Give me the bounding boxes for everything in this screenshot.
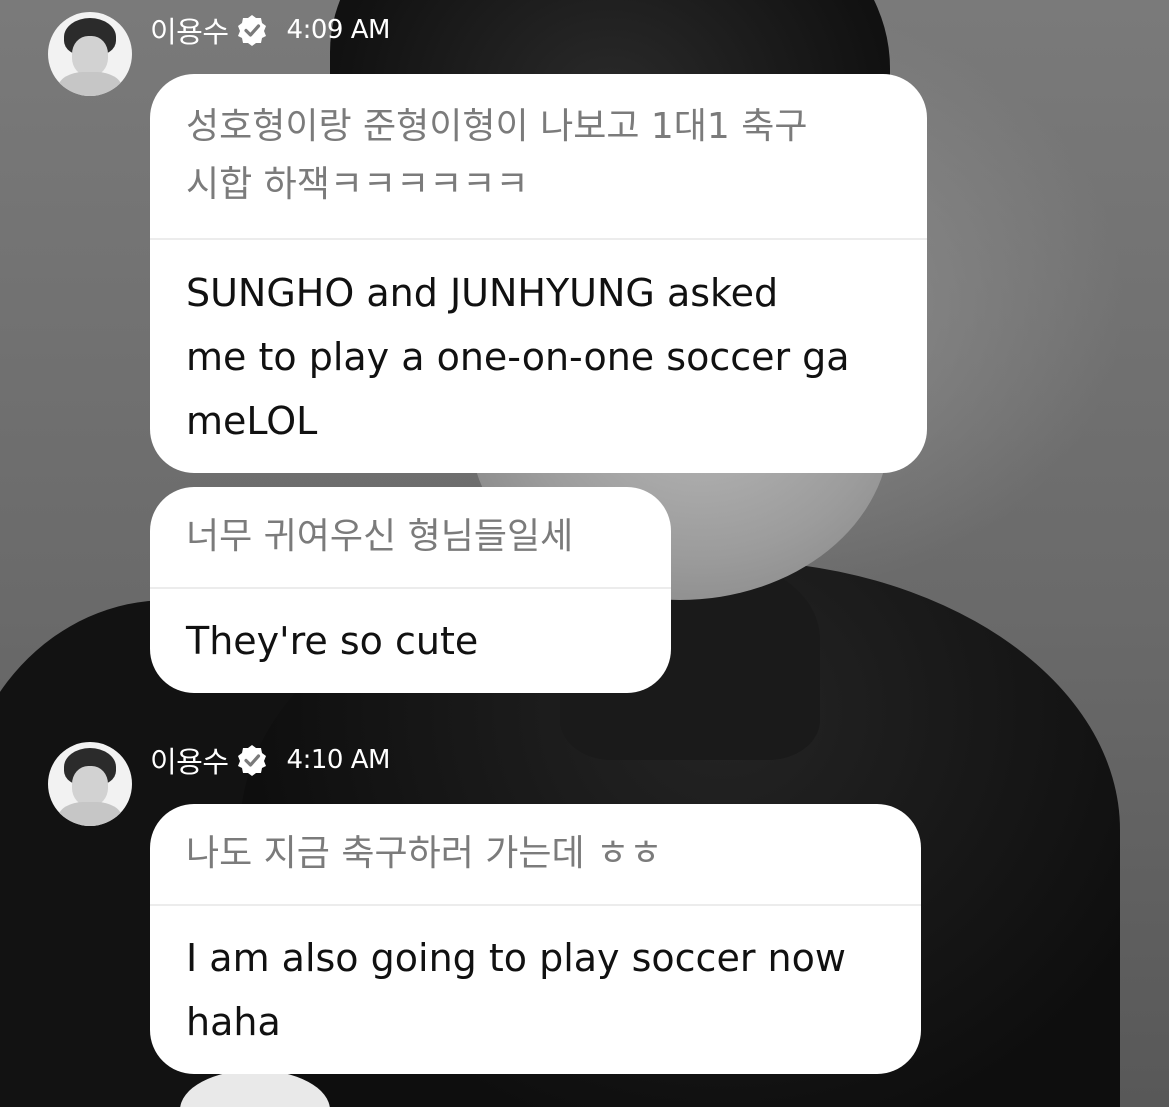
verified-badge-icon: [237, 745, 266, 776]
avatar[interactable]: [48, 12, 132, 96]
original-text: 너무 귀여우신 형님들일세: [186, 516, 574, 557]
sender-info: 이용수 4:10 AM: [150, 739, 390, 781]
sender-name[interactable]: 이용수: [150, 739, 229, 781]
sender-name[interactable]: 이용수: [150, 9, 229, 51]
translated-text: I am also going to play soccer now haha: [186, 936, 846, 1044]
message-timestamp: 4:09 AM: [286, 15, 391, 45]
original-text: 성호형이랑 준형이형이 나보고 1대1 축구 시합 하잭ㅋㅋㅋㅋㅋㅋ: [186, 106, 808, 205]
chat-thread: 이용수 4:09 AM 성호형이랑 준형이형이 나보고 1대1 축구 시합 하잭…: [0, 0, 1169, 1107]
avatar[interactable]: [48, 742, 132, 826]
message-bubble[interactable]: 너무 귀여우신 형님들일세 They're so cute: [150, 487, 671, 693]
verified-badge-icon: [237, 15, 266, 46]
message-bubble[interactable]: 나도 지금 축구하러 가는데 ㅎㅎ I am also going to pla…: [150, 804, 921, 1074]
sender-info: 이용수 4:09 AM: [150, 9, 390, 51]
translated-text: They're so cute: [186, 619, 479, 663]
message-timestamp: 4:10 AM: [286, 745, 391, 775]
translated-text: SUNGHO and JUNHYUNG asked me to play a o…: [186, 270, 850, 443]
message-bubble[interactable]: 성호형이랑 준형이형이 나보고 1대1 축구 시합 하잭ㅋㅋㅋㅋㅋㅋ SUNGH…: [150, 74, 927, 473]
original-text: 나도 지금 축구하러 가는데 ㅎㅎ: [186, 833, 663, 874]
